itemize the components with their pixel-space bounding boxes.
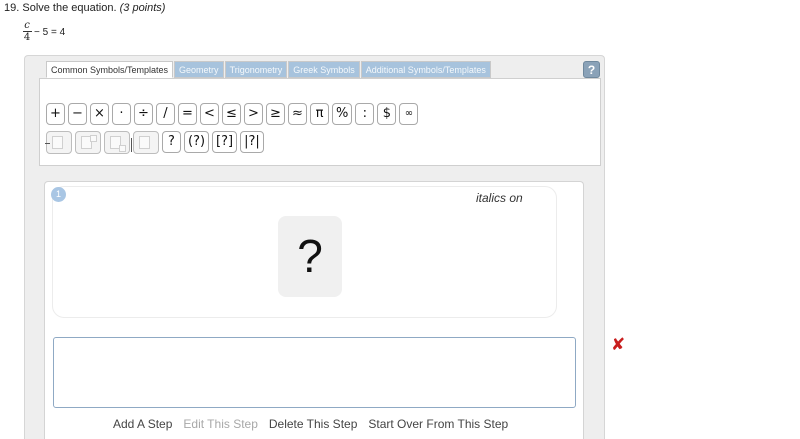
approx-button[interactable]: ≈ — [288, 103, 307, 125]
square-root-template-icon[interactable] — [131, 131, 159, 154]
help-button[interactable]: ? — [583, 61, 600, 78]
template-subscript-slot — [119, 145, 126, 152]
brackets-button[interactable]: [?] — [212, 131, 238, 153]
question-header: 19. Solve the equation. (3 points) — [4, 2, 165, 14]
template-slot — [139, 136, 150, 149]
equation-rest: − 5 = 4 — [34, 27, 66, 38]
plus-button[interactable]: + — [46, 103, 65, 125]
percent-button[interactable]: % — [332, 103, 353, 125]
dollar-button[interactable]: $ — [377, 103, 397, 125]
delete-x-icon[interactable]: ✘ — [611, 335, 625, 355]
dot-button[interactable]: · — [112, 103, 131, 125]
root-sign-mark — [131, 138, 138, 152]
step-actions: Add A Step Edit This Step Delete This St… — [113, 417, 519, 431]
parentheses-button[interactable]: (?) — [184, 131, 210, 153]
equation-numerator: c — [24, 20, 30, 31]
greater-than-button[interactable]: > — [244, 103, 263, 125]
tab-geometry[interactable]: Geometry — [174, 61, 224, 78]
question-number: 19. — [4, 2, 20, 14]
add-step-link[interactable]: Add A Step — [113, 417, 172, 431]
template-superscript-slot — [90, 135, 97, 142]
colon-button[interactable]: : — [355, 103, 375, 125]
equation-fraction: c 4 — [22, 20, 32, 43]
times-button[interactable]: × — [90, 103, 109, 125]
absolute-value-button[interactable]: |?| — [240, 131, 264, 153]
tab-greek-symbols[interactable]: Greek Symbols — [288, 61, 360, 78]
equals-button[interactable]: = — [178, 103, 197, 125]
symbol-row-2: ? (?) [?] |?| — [45, 131, 267, 154]
pi-button[interactable]: π — [310, 103, 329, 125]
symbol-row-1: + − × · ÷ / = < ≤ > ≥ ≈ π % : $ ∞ — [46, 103, 421, 125]
start-over-link[interactable]: Start Over From This Step — [368, 417, 508, 431]
infinity-button[interactable]: ∞ — [399, 103, 419, 125]
edit-step-link[interactable]: Edit This Step — [183, 417, 257, 431]
less-equal-button[interactable]: ≤ — [222, 103, 241, 125]
superscript-template-icon[interactable] — [75, 131, 101, 154]
math-input-slot[interactable]: ? — [278, 216, 342, 297]
fraction-template-icon[interactable] — [45, 131, 72, 154]
slash-button[interactable]: / — [156, 103, 175, 125]
tab-trigonometry[interactable]: Trigonometry — [224, 61, 288, 78]
fraction-line-mark — [45, 143, 50, 144]
step-number-badge: 1 — [51, 187, 66, 202]
tab-additional-symbols[interactable]: Additional Symbols/Templates — [360, 61, 491, 78]
subscript-template-icon[interactable] — [104, 131, 130, 154]
minus-button[interactable]: − — [68, 103, 87, 125]
step-answer-input[interactable] — [53, 337, 576, 408]
tab-common-symbols[interactable]: Common Symbols/Templates — [46, 61, 174, 78]
symbol-tab-bar: Common Symbols/Templates Geometry Trigon… — [46, 61, 492, 78]
delete-step-link[interactable]: Delete This Step — [269, 417, 358, 431]
greater-equal-button[interactable]: ≥ — [266, 103, 285, 125]
divide-button[interactable]: ÷ — [134, 103, 153, 125]
less-than-button[interactable]: < — [200, 103, 219, 125]
placeholder-button[interactable]: ? — [162, 131, 181, 153]
equation-denominator: 4 — [23, 32, 31, 43]
italics-toggle[interactable]: italics on — [476, 191, 523, 205]
template-slot — [52, 136, 63, 149]
question-points: (3 points) — [119, 2, 166, 14]
question-prompt: Solve the equation. — [22, 2, 117, 14]
